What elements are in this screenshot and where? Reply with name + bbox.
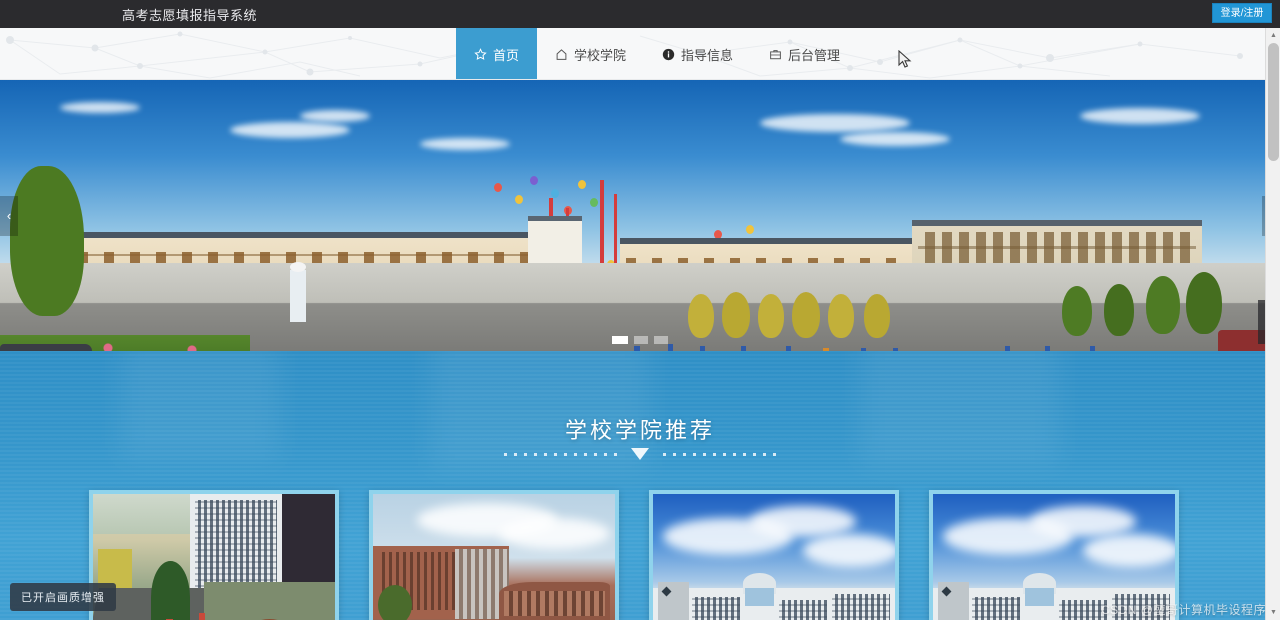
section-title-decoration	[0, 448, 1280, 460]
scrollbar-thumb[interactable]	[1268, 43, 1279, 161]
carousel-dot-1[interactable]	[612, 336, 628, 344]
login-register-button[interactable]: 登录/注册	[1212, 3, 1272, 23]
nav-item-guidance-label: 指导信息	[681, 47, 734, 63]
school-card[interactable]	[89, 490, 339, 620]
main-navbar: 首页 学校学院 指导信息 后台管理	[0, 28, 1280, 80]
scrollbar-down-arrow[interactable]: ▼	[1266, 605, 1280, 620]
hero-prev-arrow[interactable]: ‹	[0, 195, 18, 236]
quality-enhance-toast: 已开启画质增强	[10, 583, 116, 611]
nav-item-home[interactable]: 首页	[456, 28, 538, 79]
info-icon	[662, 48, 675, 61]
nav-item-guidance[interactable]: 指导信息	[644, 28, 751, 79]
briefcase-icon	[769, 48, 782, 61]
deco-dots-left	[504, 452, 617, 456]
home-icon	[555, 48, 568, 61]
window-titlebar: 高考志愿填报指导系统 登录/注册	[0, 0, 1280, 28]
watermark-text: CSDN @堃哥计算机毕设程序	[1100, 603, 1266, 617]
carousel-dot-2[interactable]	[634, 336, 648, 344]
scrollbar-up-arrow[interactable]: ▲	[1266, 28, 1280, 43]
school-recommend-section: 学校学院推荐	[0, 351, 1280, 620]
window-title: 高考志愿填报指导系统	[122, 7, 258, 23]
nav-item-schools[interactable]: 学校学院	[537, 28, 644, 79]
school-card[interactable]	[649, 490, 899, 620]
hero-carousel[interactable]: ‹ ›	[0, 80, 1280, 351]
page-scrollbar[interactable]: ▲ ▼	[1265, 28, 1280, 620]
nav-item-list: 首页 学校学院 指导信息 后台管理	[456, 28, 858, 79]
section-title: 学校学院推荐	[564, 418, 715, 443]
school-card-list	[89, 490, 1179, 620]
deco-dots-right	[663, 452, 776, 456]
carousel-indicators	[612, 336, 668, 344]
nav-item-schools-label: 学校学院	[574, 47, 627, 63]
school-card-image	[93, 494, 335, 620]
nav-item-admin[interactable]: 后台管理	[751, 28, 858, 79]
deco-triangle-icon	[631, 448, 649, 460]
school-card[interactable]	[369, 490, 619, 620]
nav-item-home-label: 首页	[493, 47, 520, 63]
school-card-image	[373, 494, 615, 620]
carousel-dot-3[interactable]	[654, 336, 668, 344]
page-root: 高考志愿填报指导系统 登录/注册 首页 学校学院 指导信息 后台管理 ‹ 学校学…	[0, 0, 1280, 620]
nav-item-admin-label: 后台管理	[788, 47, 841, 63]
star-icon	[474, 47, 487, 61]
school-card-image	[653, 494, 895, 620]
